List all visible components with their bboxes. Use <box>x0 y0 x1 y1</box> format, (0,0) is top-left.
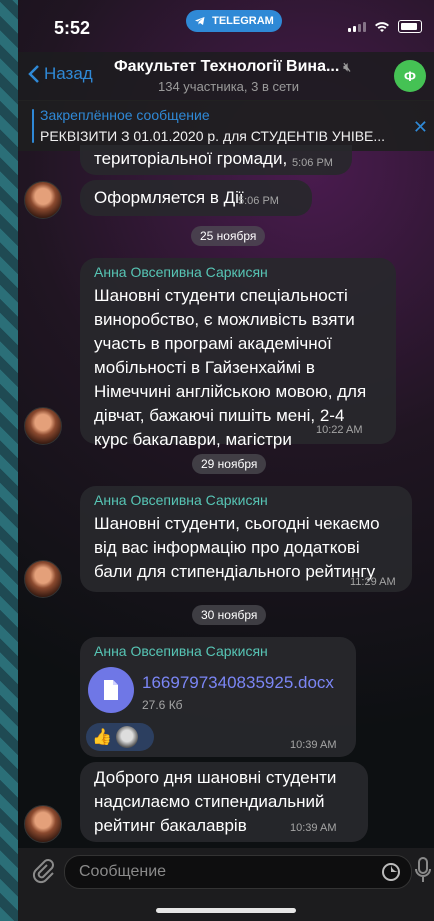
telegram-pill[interactable]: TELEGRAM <box>186 10 282 32</box>
chat-title-text: Факультет Технології Вина... <box>114 58 340 75</box>
chevron-left-icon <box>28 65 39 83</box>
message-author[interactable]: Анна Овсепивна Саркисян <box>94 643 268 659</box>
back-label: Назад <box>44 64 93 83</box>
message-bubble[interactable]: Анна Овсепивна Саркисян Шановні студенти… <box>80 486 412 592</box>
reactor-avatar <box>115 726 138 748</box>
pinned-accent <box>32 109 34 143</box>
attachment-icon[interactable] <box>30 858 54 884</box>
input-bar: Сообщение <box>18 848 434 894</box>
system-icons <box>348 20 422 33</box>
chat-title[interactable]: Факультет Технології Вина... 🔇︎ <box>114 58 351 76</box>
message-time: 10:39 AM <box>290 739 337 751</box>
back-button[interactable]: Назад <box>28 64 93 84</box>
message-time: 5:06 PM <box>292 157 333 169</box>
home-indicator <box>18 894 434 921</box>
message-text: Шановні студенти, сьогодні чекаємо від ва… <box>94 514 380 581</box>
telegram-icon <box>195 17 205 25</box>
reaction-chip[interactable]: 👍 <box>86 723 154 751</box>
message-bubble[interactable]: Оформляется в Дії 5:06 PM <box>80 180 312 216</box>
signal-icon <box>348 21 366 32</box>
message-text: Оформляется в Дії <box>94 188 244 207</box>
chat-screen: 5:52 TELEGRAM Назад Факультет Технології… <box>18 0 434 921</box>
message-time: 11:29 AM <box>350 576 396 588</box>
document-icon[interactable] <box>88 667 134 713</box>
telegram-pill-label: TELEGRAM <box>212 15 274 27</box>
clock: 5:52 <box>54 18 91 38</box>
wallpaper-edge <box>0 0 18 921</box>
close-icon[interactable]: ✕ <box>413 117 428 138</box>
message-author[interactable]: Анна Овсепивна Саркисян <box>94 264 268 280</box>
status-bar: 5:52 TELEGRAM <box>18 0 434 52</box>
message-text: територіальної громади, <box>94 149 288 168</box>
avatar[interactable] <box>24 407 62 445</box>
microphone-icon[interactable] <box>414 856 432 884</box>
message-time: 10:39 AM <box>290 822 337 834</box>
wifi-icon <box>375 21 389 32</box>
avatar[interactable] <box>24 805 62 843</box>
pinned-message-bar[interactable]: Закреплённое сообщение РЕКВІЗИТИ З 01.01… <box>18 100 434 151</box>
date-separator: 30 ноября <box>192 605 267 625</box>
avatar[interactable] <box>24 560 62 598</box>
avatar[interactable] <box>24 181 62 219</box>
message-time: 10:22 AM <box>316 424 363 436</box>
pinned-text: РЕКВІЗИТИ З 01.01.2020 р. для СТУДЕНТІВ … <box>40 128 386 144</box>
chat-avatar[interactable]: Ф <box>394 60 426 92</box>
message-placeholder: Сообщение <box>79 863 167 880</box>
muted-icon: 🔇︎ <box>343 60 351 74</box>
file-message-bubble[interactable]: Анна Овсепивна Саркисян 1669797340835925… <box>80 637 356 757</box>
battery-icon <box>398 20 422 33</box>
sticker-icon[interactable] <box>381 862 401 882</box>
chat-subtitle: 134 участника, 3 в сети <box>158 79 300 94</box>
date-separator: 25 ноября <box>191 226 266 246</box>
file-size: 27.6 Кб <box>142 698 183 712</box>
pinned-title: Закреплённое сообщение <box>40 107 210 123</box>
date-separator: 29 ноября <box>192 454 267 474</box>
thumbs-up-icon: 👍 <box>92 729 112 746</box>
message-bubble[interactable]: Доброго дня шановні студенти надсилаємо с… <box>80 762 368 842</box>
message-input[interactable]: Сообщение <box>64 855 412 889</box>
message-bubble[interactable]: Анна Овсепивна Саркисян Шановні студенти… <box>80 258 396 449</box>
file-name[interactable]: 1669797340835925.docx <box>142 673 334 693</box>
message-bubble[interactable]: територіальної громади, 5:06 PM <box>80 145 352 175</box>
message-author[interactable]: Анна Овсепивна Саркисян <box>94 492 268 508</box>
chat-header: Назад Факультет Технології Вина... 🔇︎ 134… <box>18 52 434 100</box>
message-time: 5:06 PM <box>238 195 279 207</box>
